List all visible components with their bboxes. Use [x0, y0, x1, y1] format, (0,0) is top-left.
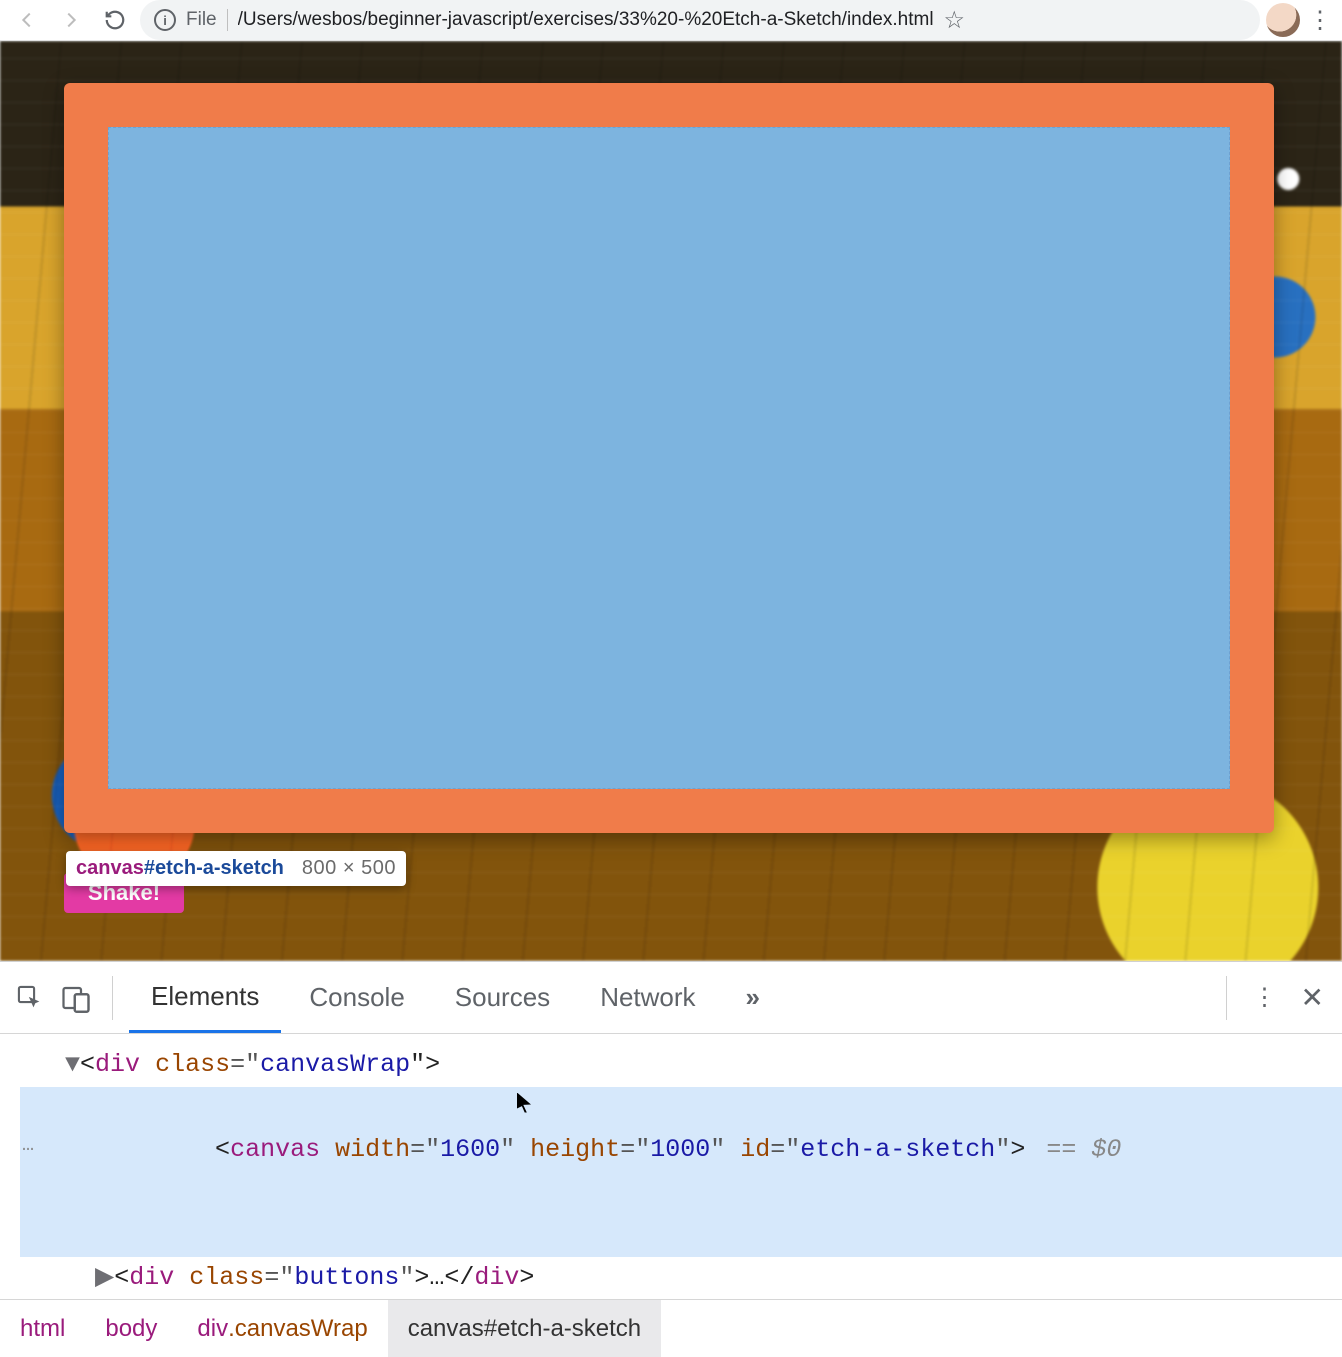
bookmark-star-icon[interactable]: ☆: [944, 6, 966, 35]
separator: [227, 9, 228, 31]
elements-panel[interactable]: ▼<div class="canvasWrap"> … <canvas widt…: [0, 1034, 1342, 1299]
tooltip-selector-id: #etch-a-sketch: [144, 857, 284, 879]
tooltip-selector-tag: canvas: [76, 857, 144, 879]
breadcrumb-bar: html body div.canvasWrap canvas#etch-a-s…: [0, 1299, 1342, 1357]
mouse-cursor-icon: [517, 1093, 531, 1113]
profile-avatar[interactable]: [1266, 3, 1300, 37]
crumb-html[interactable]: html: [0, 1300, 85, 1357]
dom-line-buttons[interactable]: ▶<div class="buttons">…</div>: [20, 1257, 1342, 1300]
forward-button[interactable]: [52, 1, 90, 39]
devtools-tabbar: Elements Console Sources Network » ⋮ ✕: [0, 962, 1342, 1034]
dom-line-canvas-selected[interactable]: … <canvas width="1600" height="1000" id=…: [20, 1087, 1342, 1257]
tab-network[interactable]: Network: [578, 964, 717, 1031]
etch-a-sketch-canvas[interactable]: [108, 127, 1230, 789]
page-viewport: Shake! canvas#etch-a-sketch 800 × 500: [0, 41, 1342, 961]
tooltip-dimensions: 800 × 500: [302, 857, 396, 880]
gutter-ellipsis-icon: …: [22, 1129, 36, 1163]
browser-menu-icon[interactable]: ⋮: [1306, 6, 1334, 35]
devtools-menu-icon[interactable]: ⋮: [1251, 983, 1279, 1012]
tab-console[interactable]: Console: [287, 964, 426, 1031]
crumb-canvas-selected[interactable]: canvas#etch-a-sketch: [388, 1300, 661, 1357]
tab-overflow[interactable]: »: [724, 964, 782, 1031]
reload-button[interactable]: [96, 1, 134, 39]
etch-a-sketch-frame: [64, 83, 1274, 833]
devtools-panel: Elements Console Sources Network » ⋮ ✕ ▼…: [0, 961, 1342, 1357]
right-separator: [1226, 976, 1227, 1020]
crumb-canvaswrap[interactable]: div.canvasWrap: [177, 1300, 387, 1357]
file-scheme-label: File: [186, 9, 217, 31]
site-info-icon[interactable]: i: [154, 9, 176, 31]
dom-line-canvaswrap[interactable]: ▼<div class="canvasWrap">: [20, 1044, 1342, 1087]
inspect-element-icon[interactable]: [10, 978, 50, 1018]
back-button[interactable]: [8, 1, 46, 39]
crumb-body[interactable]: body: [85, 1300, 177, 1357]
tab-elements[interactable]: Elements: [129, 963, 281, 1033]
devtools-close-icon[interactable]: ✕: [1293, 981, 1332, 1014]
tab-separator: [112, 976, 113, 1020]
device-toolbar-icon[interactable]: [56, 978, 96, 1018]
tab-sources[interactable]: Sources: [433, 964, 572, 1031]
url-path: /Users/wesbos/beginner-javascript/exerci…: [238, 9, 934, 31]
inspect-tooltip: canvas#etch-a-sketch 800 × 500: [66, 851, 406, 886]
selected-node-indicator: == $0: [1031, 1135, 1121, 1164]
address-bar[interactable]: i File /Users/wesbos/beginner-javascript…: [140, 0, 1260, 40]
browser-toolbar: i File /Users/wesbos/beginner-javascript…: [0, 0, 1342, 41]
